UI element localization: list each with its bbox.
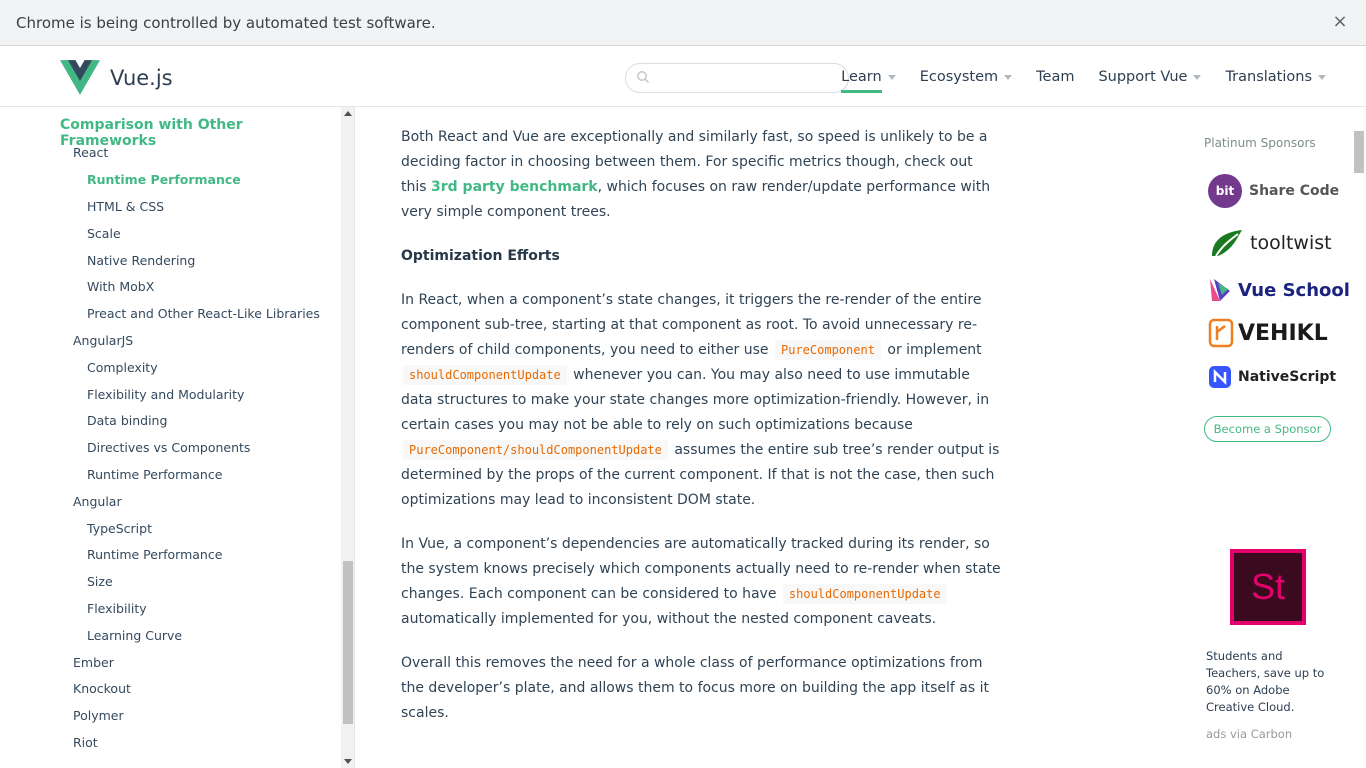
ad-text-link[interactable]: Students and Teachers, save up to 60% on… (1206, 648, 1331, 716)
nativescript-icon (1209, 366, 1231, 388)
sidebar-item-data-binding[interactable]: Data binding (87, 413, 167, 428)
text: or implement (882, 342, 982, 358)
paragraph-vue-tracking: In Vue, a component’s dependencies are a… (401, 532, 1001, 632)
paragraph-react-optimization: In React, when a component’s state chang… (401, 288, 1001, 513)
nav-translations[interactable]: Translations (1225, 69, 1326, 85)
sidebar-item-runtime-performance[interactable]: Runtime Performance (87, 172, 241, 187)
nav-label: Learn (841, 69, 882, 85)
search-icon (637, 71, 650, 84)
main-nav: Learn Ecosystem Team Support Vue Transla… (817, 47, 1326, 107)
chevron-down-icon (887, 74, 896, 80)
nav-ecosystem[interactable]: Ecosystem (919, 69, 1013, 85)
scrollbar-thumb[interactable] (343, 561, 353, 724)
nav-label: Support Vue (1098, 69, 1188, 85)
paragraph-overall: Overall this removes the need for a whol… (401, 655, 989, 721)
ads-via-carbon-link[interactable]: ads via Carbon (1206, 727, 1292, 741)
sponsor-nativescript[interactable]: NativeScript (1208, 359, 1336, 395)
sidebar-item-riot[interactable]: Riot (73, 735, 98, 750)
nav-learn[interactable]: Learn (841, 69, 896, 93)
sidebar-item-ember[interactable]: Ember (73, 655, 114, 670)
sponsor-name: VEHIKL (1238, 320, 1328, 346)
tooltwist-leaf-icon (1212, 230, 1242, 257)
page-scrollbar-thumb[interactable] (1354, 131, 1364, 173)
code-pure-should-update: PureComponent/shouldComponentUpdate (403, 440, 668, 460)
close-icon[interactable]: × (1330, 12, 1350, 32)
sidebar-item-angularjs[interactable]: AngularJS (73, 333, 133, 348)
platinum-sponsors-title: Platinum Sponsors (1204, 136, 1316, 150)
vue-logo-link[interactable]: Vue.js (60, 60, 173, 95)
sponsor-name: Vue School (1238, 279, 1350, 301)
nav-support-vue[interactable]: Support Vue (1098, 69, 1202, 85)
sidebar-item-html-css[interactable]: HTML & CSS (87, 199, 164, 214)
sidebar-item-learning-curve[interactable]: Learning Curve (87, 628, 182, 643)
sidebar-item-flexibility-modularity[interactable]: Flexibility and Modularity (87, 387, 244, 402)
sidebar-item-native-rendering[interactable]: Native Rendering (87, 253, 195, 268)
main-content: Both React and Vue are exceptionally and… (401, 107, 1001, 745)
sponsor-tooltwist[interactable]: tooltwist (1208, 225, 1332, 261)
code-should-component-update: shouldComponentUpdate (782, 584, 947, 604)
vue-logo-icon (60, 60, 100, 95)
sidebar-item-react[interactable]: React (73, 145, 108, 160)
adobe-st-icon: St (1250, 566, 1285, 607)
infobar-message: Chrome is being controlled by automated … (16, 13, 436, 32)
scroll-up-arrow-icon[interactable] (344, 111, 352, 116)
nav-label: Team (1036, 69, 1075, 85)
site-header: Vue.js Learn Ecosystem Team Support Vue … (0, 47, 1366, 107)
search-box[interactable] (625, 63, 849, 93)
nav-team[interactable]: Team (1036, 69, 1074, 85)
sponsor-name: Share Code (1249, 183, 1340, 199)
search-input[interactable] (656, 68, 841, 88)
bit-logo-icon: bit (1208, 174, 1242, 208)
chevron-down-icon (1004, 74, 1013, 80)
nav-label: Translations (1225, 69, 1312, 85)
sponsor-vue-school[interactable]: Vue School (1208, 272, 1350, 308)
paragraph-speed: Both React and Vue are exceptionally and… (401, 125, 1001, 225)
sponsor-bit[interactable]: bit Share Code (1208, 173, 1339, 209)
code-pure-component: PureComponent (775, 340, 881, 360)
sidebar-item-runtime-performance-angular[interactable]: Runtime Performance (87, 547, 222, 562)
become-sponsor-button[interactable]: Become a Sponsor (1204, 416, 1331, 442)
sponsor-vehikl[interactable]: VEHIKL (1208, 315, 1328, 351)
sidebar-item-runtime-performance-angularjs[interactable]: Runtime Performance (87, 467, 222, 482)
automation-infobar: Chrome is being controlled by automated … (0, 0, 1366, 46)
sidebar-item-preact[interactable]: Preact and Other React-Like Libraries (87, 306, 320, 321)
heading-optimization-efforts: Optimization Efforts (401, 248, 560, 264)
sidebar-item-typescript[interactable]: TypeScript (87, 521, 152, 536)
code-should-component-update: shouldComponentUpdate (403, 365, 567, 385)
sponsor-name: NativeScript (1238, 369, 1337, 385)
sidebar-item-scale[interactable]: Scale (87, 226, 121, 241)
scroll-down-arrow-icon[interactable] (344, 759, 352, 764)
adobe-stock-ad-image[interactable]: St (1230, 549, 1306, 625)
sponsor-name: tooltwist (1250, 232, 1332, 254)
vehikl-icon (1208, 318, 1234, 348)
sidebar-item-knockout[interactable]: Knockout (73, 681, 131, 696)
sidebar-item-flexibility[interactable]: Flexibility (87, 601, 147, 616)
sidebar-item-directives-vs-components[interactable]: Directives vs Components (87, 440, 250, 455)
page-scrollbar[interactable] (1352, 107, 1366, 768)
sidebar-item-polymer[interactable]: Polymer (73, 708, 124, 723)
nav-label: Ecosystem (919, 69, 999, 85)
sidebar-item-size[interactable]: Size (87, 574, 113, 589)
sidebar-scrollbar[interactable] (341, 107, 355, 768)
sidebar-item-with-mobx[interactable]: With MobX (87, 279, 154, 294)
chevron-down-icon (1318, 74, 1326, 80)
sidebar-item-complexity[interactable]: Complexity (87, 360, 158, 375)
chevron-down-icon (1193, 74, 1202, 80)
vue-school-icon (1210, 279, 1230, 301)
text: automatically implemented for you, witho… (401, 611, 937, 627)
benchmark-link[interactable]: 3rd party benchmark (431, 179, 598, 195)
sidebar: Comparison with Other Frameworks React R… (0, 107, 341, 768)
sidebar-item-angular[interactable]: Angular (73, 494, 122, 509)
ad-image-inner: St (1234, 553, 1302, 621)
logo-text: Vue.js (110, 65, 173, 90)
